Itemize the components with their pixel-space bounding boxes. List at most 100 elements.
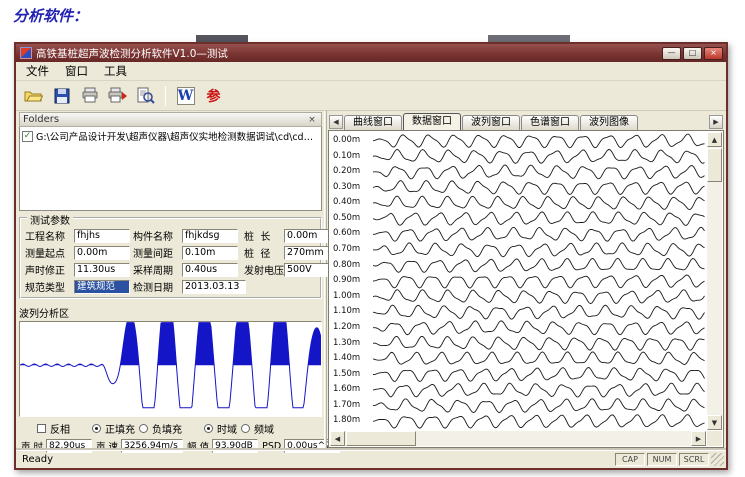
folders-close-button[interactable]: × (306, 115, 318, 125)
freq-domain-label: 频域 (254, 421, 274, 436)
test-params-title: 测试参数 (27, 212, 73, 227)
open-button[interactable] (21, 84, 46, 108)
depth-label: 0.50m (333, 211, 371, 227)
menu-tools[interactable]: 工具 (97, 62, 134, 80)
measure-start-field[interactable]: 0.00m (74, 246, 130, 260)
left-arrow-icon: ◀ (333, 118, 338, 126)
vertical-scroll-track[interactable] (707, 183, 722, 415)
tab-scroll-left-button[interactable]: ◀ (329, 115, 343, 129)
param-row: 测量起点 0.00m 测量间距 0.10m 桩 径 270mm (25, 244, 316, 261)
save-button[interactable] (49, 84, 74, 108)
tab-data-window[interactable]: 数据窗口 (403, 113, 461, 130)
page-heading: 分析软件： (13, 5, 88, 26)
spec-type-field[interactable]: 建筑规范 (74, 280, 130, 294)
print-export-icon (108, 87, 128, 104)
time-correction-field[interactable]: 11.30us (74, 263, 130, 277)
status-bar: Ready CAP NUM SCRL (16, 450, 726, 468)
project-name-label: 工程名称 (25, 228, 72, 243)
right-panel: ◀ 曲线窗口 数据窗口 波列窗口 色谱窗口 波列图像 ▶ 0.00m0.10m0… (327, 111, 726, 450)
measure-interval-field[interactable]: 0.10m (182, 246, 238, 260)
tree-item[interactable]: ✓ G:\公司产品设计开发\超声仪器\超声仪实地检测数据调试\cd\cd03\c… (20, 127, 321, 145)
report-icon: 参 (207, 86, 221, 106)
scrollbar-corner (707, 431, 722, 446)
titlebar[interactable]: 高铁基桩超声波检测分析软件V1.0—测试 — □ × (16, 44, 726, 62)
folder-tree: ✓ G:\公司产品设计开发\超声仪器\超声仪实地检测数据调试\cd\cd03\c… (19, 127, 322, 211)
depth-label: 1.40m (333, 351, 371, 367)
depth-label: 0.30m (333, 180, 371, 196)
param-row: 工程名称 fhjhs 构件名称 fhjkdsg 桩 长 0.00m (25, 227, 316, 244)
sample-period-field[interactable]: 0.40us (182, 263, 238, 277)
depth-label: 0.70m (333, 242, 371, 258)
vertical-scroll-thumb[interactable] (707, 148, 722, 182)
maximize-button[interactable]: □ (683, 47, 702, 60)
scroll-right-button[interactable]: ▶ (691, 431, 706, 446)
pile-length-field[interactable]: 0.00m (284, 229, 329, 243)
window-buttons: — □ × (662, 47, 723, 60)
tab-wavetrain-window[interactable]: 波列窗口 (462, 115, 520, 130)
positive-fill-radio[interactable] (92, 424, 101, 433)
project-name-field[interactable]: fhjhs (74, 229, 130, 243)
pile-length-label: 桩 长 (244, 228, 282, 243)
tab-waveimage-window[interactable]: 波列图像 (580, 115, 638, 130)
print-preview-icon (136, 87, 155, 105)
spec-type-label: 规范类型 (25, 279, 72, 294)
maximize-icon: □ (689, 49, 697, 57)
measure-interval-label: 测量间距 (133, 245, 180, 260)
folders-panel-header: Folders × (19, 112, 322, 127)
vertical-scrollbar[interactable]: ▲ ▼ (707, 132, 722, 430)
report-button[interactable]: 参 (201, 84, 226, 108)
test-date-field[interactable]: 2013.03.13 (182, 280, 246, 294)
scroll-left-button[interactable]: ◀ (330, 431, 345, 446)
pile-diameter-field[interactable]: 270mm (284, 246, 329, 260)
wavetrain-view: 0.00m0.10m0.20m0.30m0.40m0.50m0.60m0.70m… (328, 130, 724, 448)
print-preview-button[interactable] (133, 84, 158, 108)
depth-label: 0.20m (333, 164, 371, 180)
depth-label: 1.60m (333, 382, 371, 398)
tab-spectrum-window[interactable]: 色谱窗口 (521, 115, 579, 130)
scroll-down-button[interactable]: ▼ (707, 415, 722, 430)
word-export-button[interactable]: W (173, 84, 198, 108)
tab-scroll-right-button[interactable]: ▶ (709, 115, 723, 129)
negative-fill-radio[interactable] (139, 424, 148, 433)
depth-label: 1.50m (333, 367, 371, 383)
menu-window[interactable]: 窗口 (58, 62, 95, 80)
pile-diameter-label: 桩 径 (244, 245, 282, 260)
depth-label: 0.80m (333, 258, 371, 274)
freq-domain-radio[interactable] (241, 424, 250, 433)
scroll-up-button[interactable]: ▲ (707, 132, 722, 147)
sample-period-label: 采样周期 (133, 262, 180, 277)
depth-label: 1.30m (333, 336, 371, 352)
minimize-button[interactable]: — (662, 47, 681, 60)
close-button[interactable]: × (704, 47, 723, 60)
num-lock-indicator: NUM (647, 453, 677, 466)
save-icon (53, 87, 71, 105)
toolbar: W 参 (16, 81, 726, 111)
horizontal-scroll-track[interactable] (417, 431, 691, 446)
component-name-field[interactable]: fhjkdsg (182, 229, 238, 243)
resize-grip[interactable] (711, 453, 724, 466)
scroll-lock-indicator: SCRL (679, 453, 709, 466)
depth-label: 0.10m (333, 149, 371, 165)
depth-label-column: 0.00m0.10m0.20m0.30m0.40m0.50m0.60m0.70m… (333, 133, 371, 429)
app-icon (20, 47, 32, 59)
horizontal-scrollbar[interactable]: ◀ ▶ (330, 431, 706, 446)
menu-file[interactable]: 文件 (19, 62, 56, 80)
print-button[interactable] (77, 84, 102, 108)
toolbar-separator (165, 86, 166, 106)
horizontal-scroll-thumb[interactable] (346, 431, 416, 446)
depth-label: 1.20m (333, 320, 371, 336)
time-domain-radio[interactable] (204, 424, 213, 433)
wave-analysis-chart[interactable] (19, 321, 322, 417)
tree-item-checkbox[interactable]: ✓ (22, 131, 33, 142)
main-area: Folders × ✓ G:\公司产品设计开发\超声仪器\超声仪实地检测数据调试… (16, 111, 726, 450)
tab-curve-window[interactable]: 曲线窗口 (344, 115, 402, 130)
trace-area[interactable] (373, 133, 705, 429)
status-text: Ready (18, 454, 613, 465)
invert-checkbox[interactable] (37, 424, 46, 433)
print-export-button[interactable] (105, 84, 130, 108)
depth-label: 0.00m (333, 133, 371, 149)
voltage-field[interactable]: 500V (284, 263, 329, 277)
measure-start-label: 测量起点 (25, 245, 72, 260)
right-arrow-icon: ▶ (713, 118, 718, 126)
folders-panel-title: Folders (23, 114, 306, 125)
